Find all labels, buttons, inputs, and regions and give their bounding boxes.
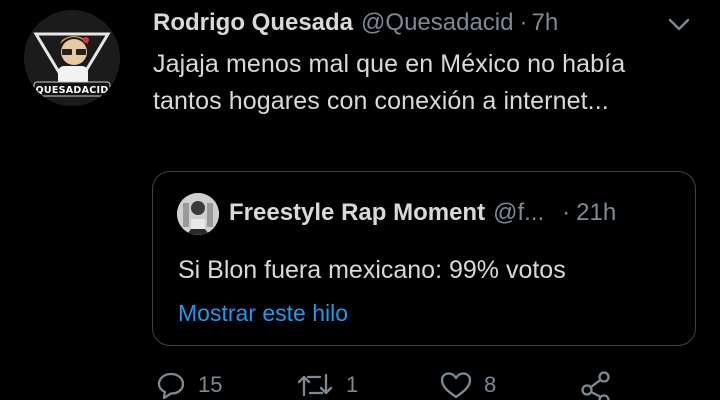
share-icon <box>581 371 610 400</box>
author-name[interactable]: Rodrigo Quesada <box>153 6 353 40</box>
tweet-timestamp[interactable]: 7h <box>531 6 558 40</box>
tweet-text: Jajaja menos mal que en México no había … <box>153 50 626 115</box>
retweet-count: 1 <box>346 372 359 397</box>
quoted-separator-dot: · <box>562 199 571 226</box>
chevron-down-icon[interactable] <box>666 14 692 34</box>
quoted-author-handle: @f... <box>493 199 545 226</box>
tweet-header: Rodrigo Quesada @Quesadacid · 7h <box>153 6 558 40</box>
reply-button[interactable]: 15 <box>156 370 222 400</box>
like-count: 8 <box>484 372 497 397</box>
share-button[interactable] <box>580 370 612 400</box>
separator-dot: · <box>519 9 528 36</box>
reply-icon <box>157 372 185 399</box>
retweet-button[interactable]: 1 <box>296 370 358 400</box>
tweet[interactable]: QUESADACID Rodrigo Quesada @Quesadacid ·… <box>0 0 720 400</box>
author-avatar[interactable]: QUESADACID <box>24 10 120 106</box>
show-thread-link[interactable]: Mostrar este hilo <box>178 297 348 329</box>
avatar-logo-text: QUESADACID <box>35 85 108 96</box>
quoted-tweet-header: Freestyle Rap Moment @f... · 21h <box>229 196 616 230</box>
quoted-tweet-text: Si Blon fuera mexicano: 99% votos <box>178 256 566 284</box>
quoted-timestamp: 21h <box>576 199 617 226</box>
quoted-author-avatar <box>177 193 219 235</box>
author-handle[interactable]: @Quesadacid <box>361 6 513 40</box>
quoted-tweet-card[interactable]: Freestyle Rap Moment @f... · 21h Si Blon… <box>152 171 696 346</box>
like-icon <box>440 372 472 399</box>
like-button[interactable]: 8 <box>440 370 496 400</box>
retweet-icon <box>297 373 333 397</box>
quoted-author-name: Freestyle Rap Moment <box>229 199 486 226</box>
tweet-actions: 15 1 8 <box>0 360 720 400</box>
reply-count: 15 <box>198 372 223 397</box>
